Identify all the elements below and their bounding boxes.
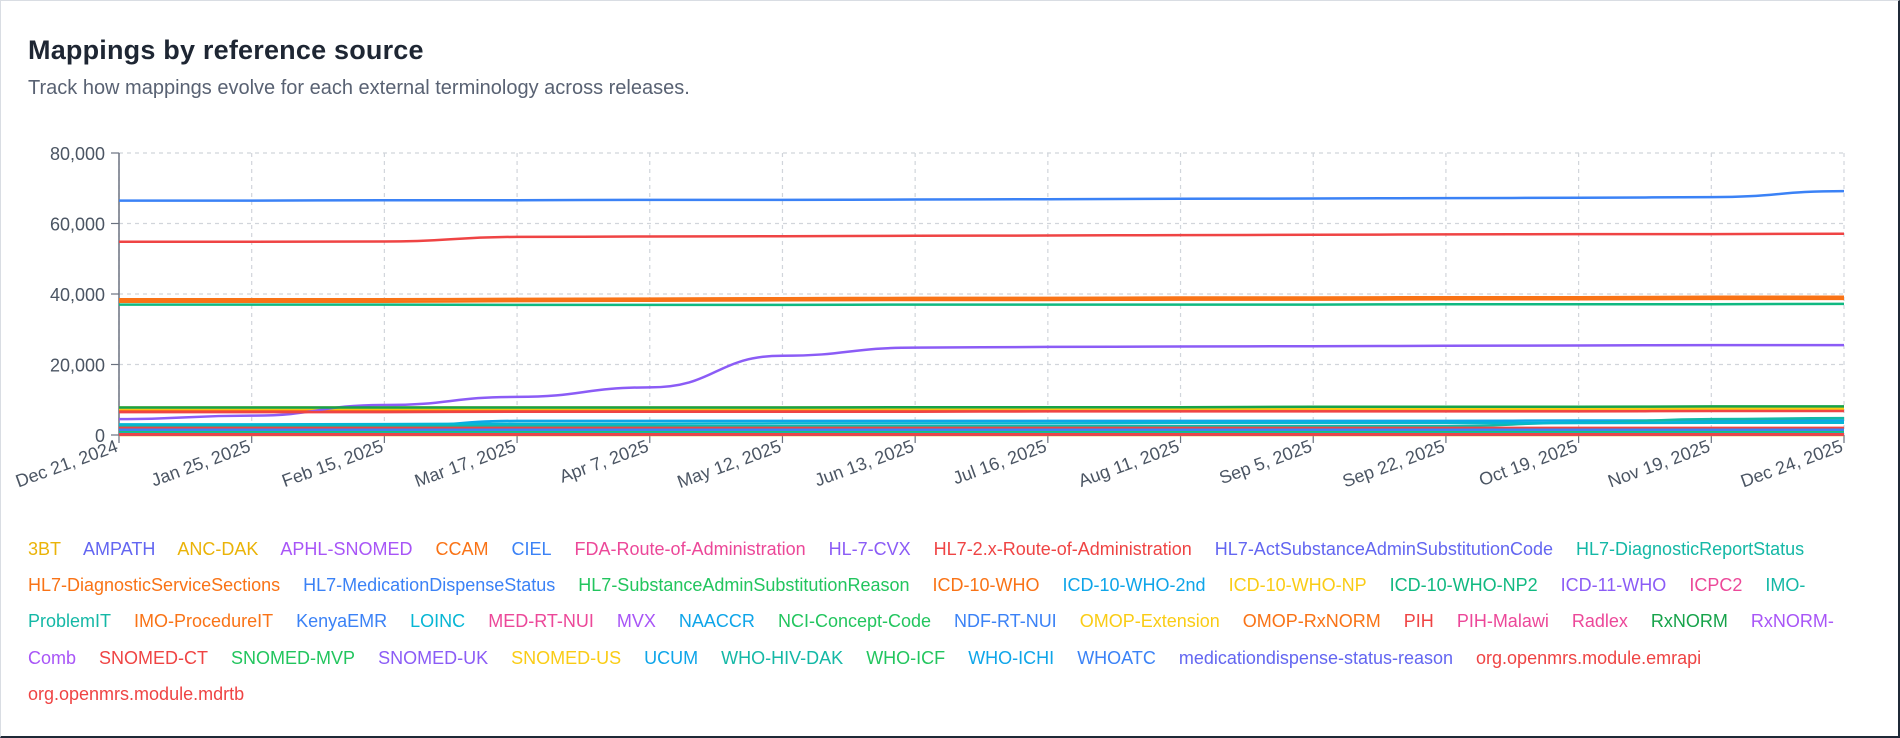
x-tick-label: Jun 13, 2025 bbox=[812, 436, 917, 490]
x-tick-label: Sep 5, 2025 bbox=[1217, 436, 1315, 488]
legend-item[interactable]: ANC-DAK bbox=[177, 539, 258, 559]
legend-item[interactable]: HL7-2.x-Route-of-Administration bbox=[934, 539, 1192, 559]
legend-item[interactable]: APHL-SNOMED bbox=[280, 539, 412, 559]
legend-item[interactable]: FDA-Route-of-Administration bbox=[575, 539, 806, 559]
legend-item[interactable]: SNOMED-CT bbox=[99, 648, 208, 668]
y-tick-label: 80,000 bbox=[50, 144, 105, 164]
legend-item[interactable]: CCAM bbox=[435, 539, 488, 559]
legend-item[interactable]: MVX bbox=[617, 611, 656, 631]
series-line-rxnorm bbox=[119, 405, 1844, 409]
legend-item[interactable]: WHO-ICF bbox=[866, 648, 945, 668]
x-tick-label: Nov 19, 2025 bbox=[1605, 436, 1712, 491]
legend-item[interactable]: SNOMED-US bbox=[511, 648, 621, 668]
y-tick-label: 60,000 bbox=[50, 215, 105, 235]
legend-item[interactable]: HL7-MedicationDispenseStatus bbox=[303, 575, 555, 595]
legend-item[interactable]: LOINC bbox=[410, 611, 465, 631]
legend-item[interactable]: ICPC2 bbox=[1689, 575, 1742, 595]
chart-legend: 3BT AMPATH ANC-DAK APHL-SNOMED CCAM CIEL… bbox=[28, 531, 1844, 712]
legend-item[interactable]: KenyaEMR bbox=[296, 611, 387, 631]
legend-item[interactable]: ICD-10-WHO bbox=[933, 575, 1040, 595]
legend-item[interactable]: NCI-Concept-Code bbox=[778, 611, 931, 631]
legend-item[interactable]: ICD-10-WHO-NP2 bbox=[1390, 575, 1538, 595]
legend-item[interactable]: WHOATC bbox=[1077, 648, 1156, 668]
legend-item[interactable]: HL7-DiagnosticReportStatus bbox=[1576, 539, 1804, 559]
chart-card: Mappings by reference source Track how m… bbox=[0, 0, 1900, 738]
legend-item[interactable]: PIH bbox=[1404, 611, 1434, 631]
series-line-snomed-ct bbox=[118, 409, 1844, 414]
y-tick-label: 20,000 bbox=[50, 356, 105, 376]
series-line-loinc bbox=[118, 421, 1844, 426]
line-chart: 020,00040,00060,00080,000Dec 21, 2024 Jan… bbox=[13, 144, 1845, 492]
legend-item[interactable]: CIEL bbox=[511, 539, 551, 559]
series-line-hl7-2-x-route-of-administration bbox=[118, 232, 1845, 244]
legend-item[interactable]: ICD-10-WHO-2nd bbox=[1063, 575, 1206, 595]
legend-item[interactable]: WHO-HIV-DAK bbox=[721, 648, 843, 668]
x-tick-label: Mar 17, 2025 bbox=[412, 436, 519, 491]
x-tick-label: Sep 22, 2025 bbox=[1340, 436, 1447, 491]
legend-item[interactable]: HL7-ActSubstanceAdminSubstitutionCode bbox=[1215, 539, 1553, 559]
x-tick-label: Apr 7, 2025 bbox=[557, 436, 651, 487]
legend-item[interactable]: HL7-DiagnosticServiceSections bbox=[28, 575, 280, 595]
legend-item[interactable]: MED-RT-NUI bbox=[488, 611, 594, 631]
legend-item[interactable]: SNOMED-UK bbox=[378, 648, 488, 668]
legend-item[interactable]: IMO-ProcedureIT bbox=[134, 611, 273, 631]
legend-item[interactable]: org.openmrs.module.emrapi bbox=[1476, 648, 1701, 668]
legend-item[interactable]: WHO-ICHI bbox=[968, 648, 1054, 668]
x-tick-label: Jan 25, 2025 bbox=[148, 436, 253, 490]
legend-item[interactable]: Radlex bbox=[1572, 611, 1628, 631]
y-tick-label: 40,000 bbox=[50, 285, 105, 305]
legend-item[interactable]: UCUM bbox=[644, 648, 698, 668]
legend-item[interactable]: OMOP-RxNORM bbox=[1243, 611, 1381, 631]
legend-item[interactable]: medicationdispense-status-reason bbox=[1179, 648, 1453, 668]
legend-item[interactable]: ICD-10-WHO-NP bbox=[1229, 575, 1367, 595]
legend-item[interactable]: HL7-SubstanceAdminSubstitutionReason bbox=[578, 575, 909, 595]
legend-item[interactable]: AMPATH bbox=[83, 539, 155, 559]
x-tick-label: Aug 11, 2025 bbox=[1076, 436, 1182, 491]
legend-item[interactable]: ICD-11-WHO bbox=[1561, 575, 1667, 595]
legend-item[interactable]: OMOP-Extension bbox=[1080, 611, 1220, 631]
legend-item[interactable]: PIH-Malawi bbox=[1457, 611, 1549, 631]
legend-item[interactable]: RxNORM bbox=[1651, 611, 1728, 631]
legend-item[interactable]: NDF-RT-NUI bbox=[954, 611, 1057, 631]
legend-item[interactable]: NAACCR bbox=[679, 611, 755, 631]
series-line-icd-10-who-np2 bbox=[119, 302, 1845, 307]
x-tick-label: Dec 21, 2024 bbox=[13, 436, 120, 491]
legend-item[interactable]: org.openmrs.module.mdrtb bbox=[28, 684, 244, 704]
x-tick-label: Dec 24, 2025 bbox=[1738, 436, 1845, 491]
x-tick-label: May 12, 2025 bbox=[674, 436, 783, 492]
legend-item[interactable]: HL-7-CVX bbox=[829, 539, 911, 559]
legend-item[interactable]: 3BT bbox=[28, 539, 61, 559]
x-tick-label: Feb 15, 2025 bbox=[279, 436, 386, 491]
series-line-ciel bbox=[118, 189, 1845, 202]
x-tick-label: Oct 19, 2025 bbox=[1476, 436, 1580, 490]
legend-item[interactable]: SNOMED-MVP bbox=[231, 648, 355, 668]
x-tick-label: Jul 16, 2025 bbox=[950, 436, 1049, 488]
